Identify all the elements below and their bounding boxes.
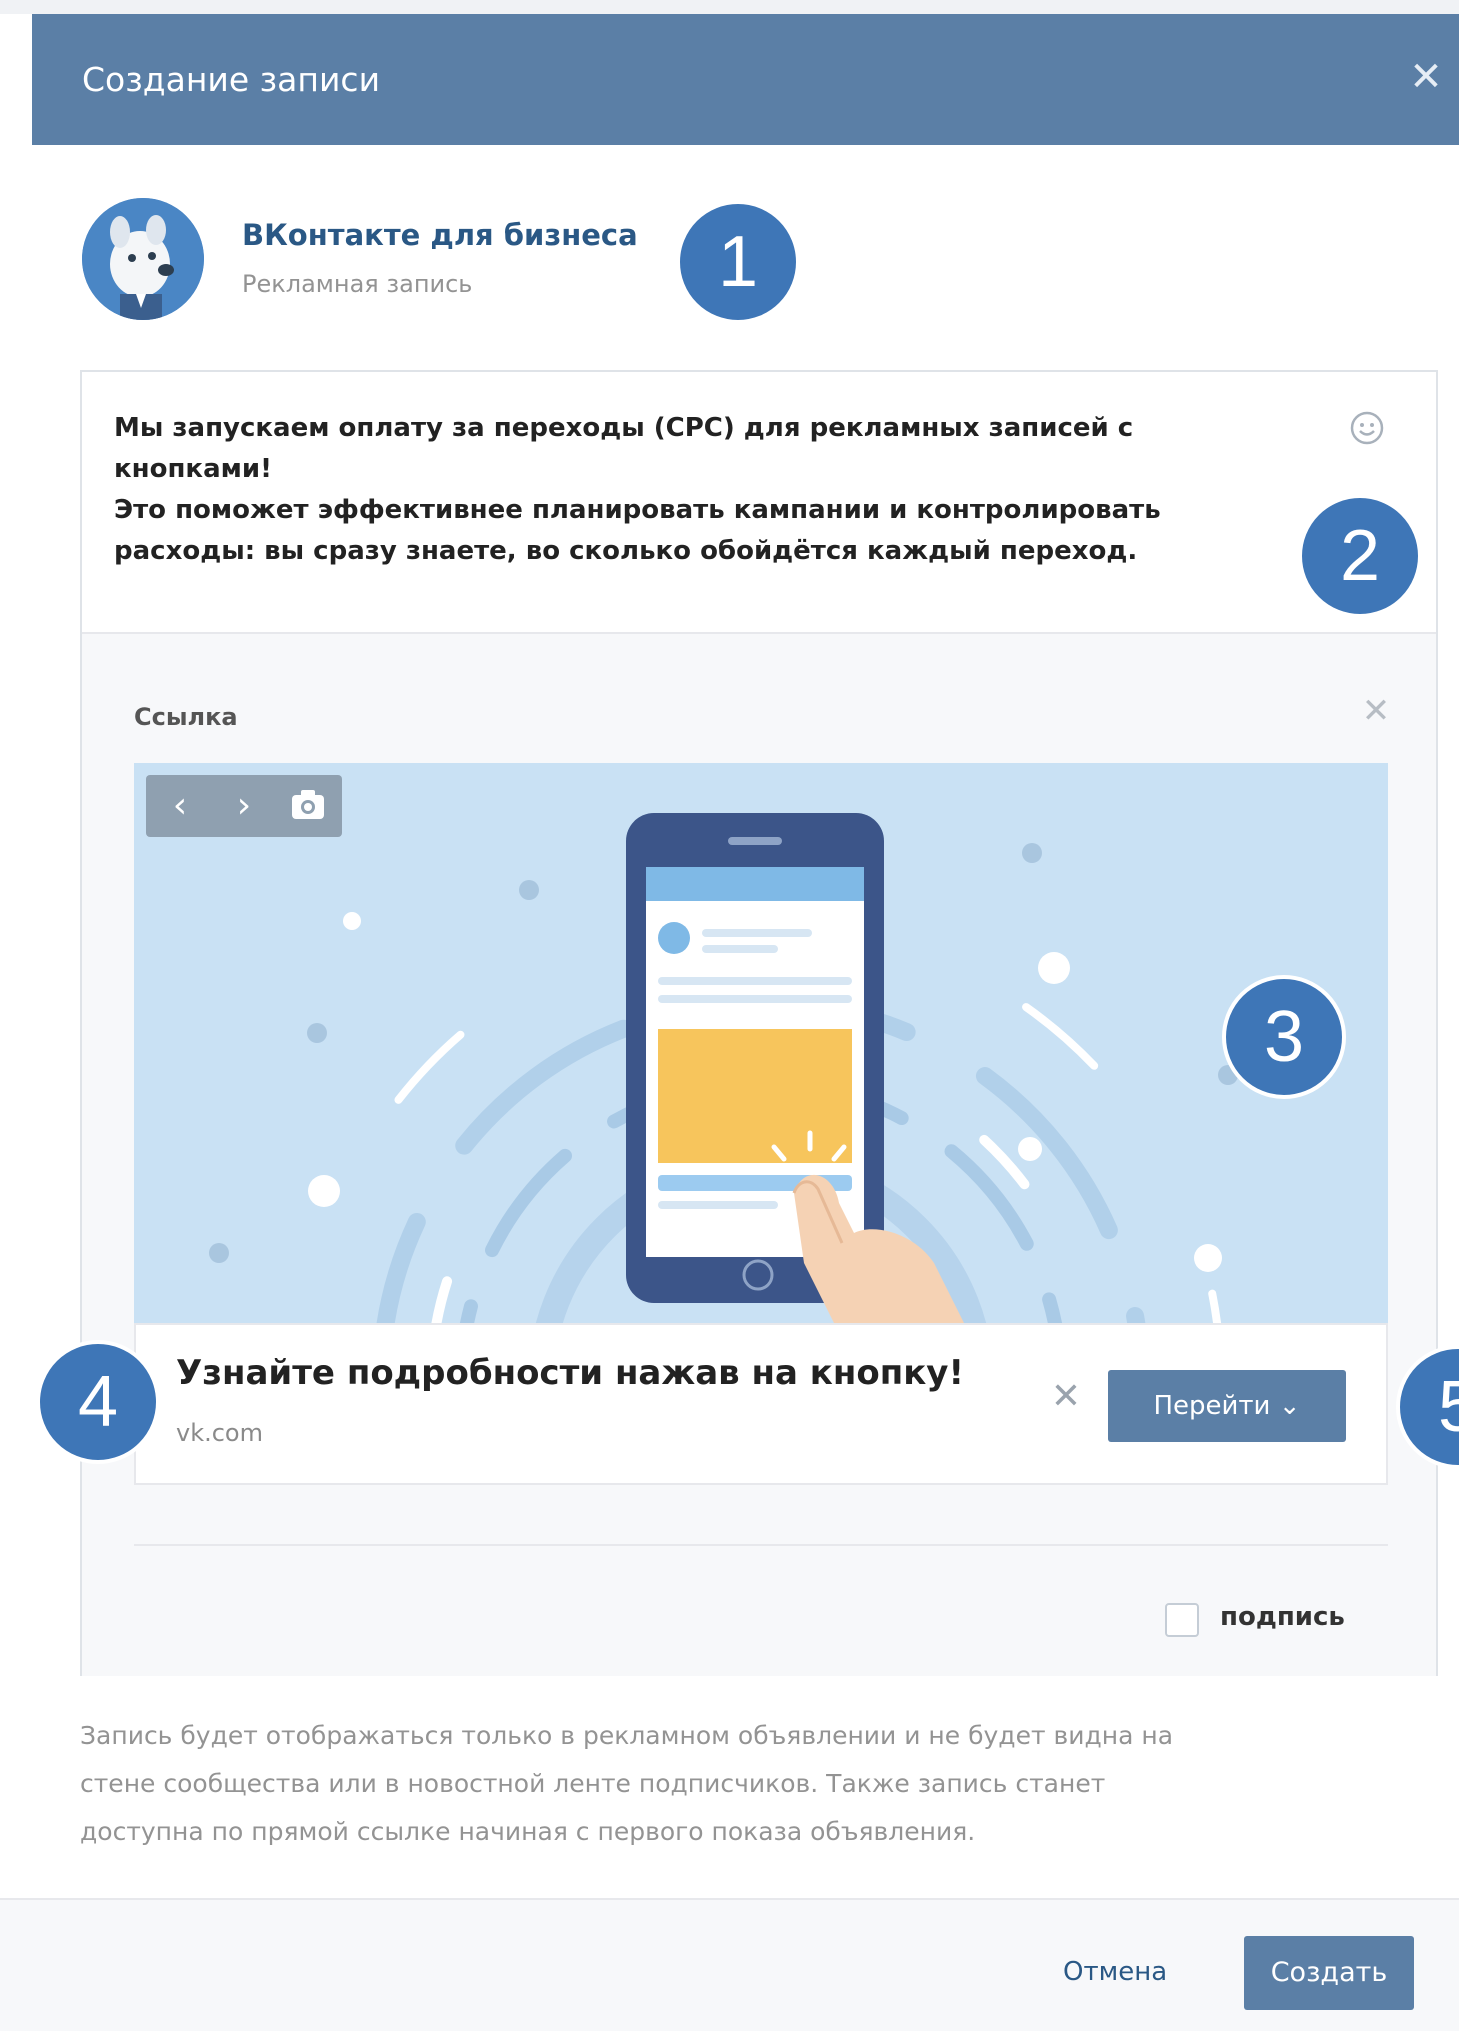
- dialog-footer: Отмена Создать: [0, 1898, 1459, 2031]
- author-subtitle: Рекламная запись: [242, 270, 473, 298]
- camera-icon[interactable]: [278, 775, 338, 837]
- create-button[interactable]: Создать: [1244, 1936, 1414, 2010]
- divider: [134, 1544, 1388, 1546]
- post-text[interactable]: Мы запускаем оплату за переходы (CPC) дл…: [114, 408, 1314, 572]
- preview-nav-controls: ‹ ›: [146, 775, 342, 837]
- dog-mascot-icon: [82, 198, 204, 320]
- go-button[interactable]: Перейти ⌄: [1108, 1370, 1346, 1442]
- info-note: Запись будет отображаться только в рекла…: [80, 1721, 1174, 1846]
- close-icon[interactable]: ✕: [1403, 54, 1449, 100]
- remove-attachment-icon[interactable]: ✕: [1358, 693, 1394, 729]
- next-image-icon[interactable]: ›: [214, 775, 274, 837]
- link-domain: vk.com: [176, 1419, 263, 1447]
- callout-marker-3: 3: [1222, 975, 1346, 1099]
- phone-illustration: [134, 763, 1388, 1323]
- previous-image-icon[interactable]: ‹: [150, 775, 210, 837]
- link-snippet: Узнайте подробности нажав на кнопку! vk.…: [134, 1323, 1388, 1485]
- top-strip: [0, 0, 1459, 14]
- avatar[interactable]: [82, 198, 204, 320]
- callout-marker-1: 1: [676, 200, 800, 324]
- dialog-title: Создание записи: [82, 60, 381, 99]
- dialog-header: Создание записи ✕: [32, 14, 1459, 145]
- link-title[interactable]: Узнайте подробности нажав на кнопку!: [176, 1353, 964, 1393]
- signature-checkbox[interactable]: [1165, 1603, 1199, 1637]
- callout-marker-2: 2: [1298, 494, 1422, 618]
- author-name[interactable]: ВКонтакте для бизнеса: [242, 218, 638, 252]
- signature-label[interactable]: подпись: [1220, 1602, 1345, 1632]
- remove-button-icon[interactable]: ✕: [1046, 1377, 1086, 1417]
- cancel-button[interactable]: Отмена: [1063, 1957, 1167, 1987]
- link-preview-image: ‹ ›: [134, 763, 1388, 1323]
- callout-marker-4: 4: [36, 1340, 160, 1464]
- smiley-icon[interactable]: [1349, 410, 1385, 446]
- attachment-label: Ссылка: [134, 703, 238, 731]
